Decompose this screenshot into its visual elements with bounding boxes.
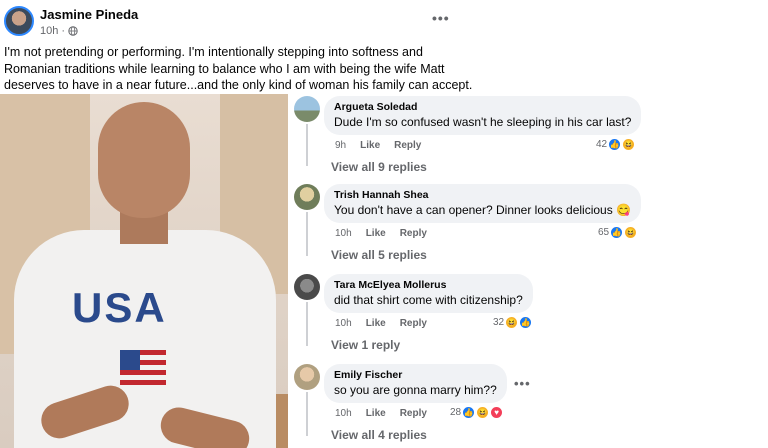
reaction-count: 32 — [493, 317, 505, 328]
photo-flag-canton — [120, 350, 140, 370]
commenter-name[interactable]: Argueta Soledad — [334, 101, 631, 113]
comment-actions: 10h Like Reply — [335, 408, 427, 419]
view-replies-link[interactable]: View all 9 replies — [331, 160, 427, 174]
view-replies-link[interactable]: View 1 reply — [331, 338, 400, 352]
view-replies-label: View 1 reply — [331, 338, 401, 352]
like-reaction-icon: 👍 — [462, 406, 476, 419]
author-name[interactable]: Jasmine Pineda — [40, 7, 138, 22]
like-reaction-icon: 👍 — [519, 316, 533, 329]
commenter-avatar[interactable] — [294, 274, 320, 300]
comment-text: Dude I'm so confused wasn't he sleeping … — [334, 115, 632, 129]
thread-line — [306, 124, 308, 166]
comments-section: Argueta Soledad Dude I'm so confused was… — [290, 94, 768, 448]
commenter-name[interactable]: Trish Hannah Shea — [334, 189, 631, 201]
commenter-avatar[interactable] — [294, 96, 320, 122]
commenter-name[interactable]: Emily Fischer — [334, 369, 497, 381]
reply-button[interactable]: Reply — [400, 408, 427, 419]
post-header: Jasmine Pineda 10h · ••• — [0, 0, 768, 44]
view-replies-link[interactable]: View all 5 replies — [331, 248, 427, 262]
haha-reaction-icon: 😆 — [505, 316, 519, 329]
reply-button[interactable]: Reply — [400, 318, 427, 329]
comment-time[interactable]: 9h — [335, 140, 346, 151]
haha-reaction-icon: 😆 — [624, 226, 638, 239]
comment-time[interactable]: 10h — [335, 318, 352, 329]
post-more-options-icon[interactable]: ••• — [432, 10, 450, 26]
reaction-count: 28 — [450, 407, 462, 418]
comment-bubble: Trish Hannah Shea You don't have a can o… — [324, 184, 641, 223]
thread-line — [306, 302, 308, 346]
commenter-avatar[interactable] — [294, 364, 320, 390]
comment-text: so you are gonna marry him?? — [334, 383, 497, 397]
photo-sweater-print: USA — [72, 284, 167, 331]
post-meta: 10h · — [40, 25, 78, 37]
love-reaction-icon: ♥ — [490, 406, 504, 419]
reaction-count: 65 — [598, 227, 610, 238]
post-text: I'm not pretending or performing. I'm in… — [4, 45, 473, 92]
reaction-summary[interactable]: 32 😆 👍 — [493, 316, 533, 329]
thread-line — [306, 392, 308, 436]
globe-icon — [68, 26, 78, 36]
reaction-summary[interactable]: 42 👍 😆 — [596, 138, 636, 151]
comment-bubble: Argueta Soledad Dude I'm so confused was… — [324, 96, 642, 135]
photo-head — [98, 102, 190, 218]
comment-bubble: Tara McElyea Mollerus did that shirt com… — [324, 274, 533, 313]
haha-reaction-icon: 😆 — [622, 138, 636, 151]
reply-button[interactable]: Reply — [400, 228, 427, 239]
post-photo[interactable]: USA — [0, 94, 288, 448]
post-time[interactable]: 10h — [40, 25, 58, 37]
commenter-avatar[interactable] — [294, 184, 320, 210]
author-avatar[interactable] — [4, 6, 34, 36]
comment-bubble: Emily Fischer so you are gonna marry him… — [324, 364, 507, 403]
comment-time[interactable]: 10h — [335, 228, 352, 239]
view-replies-label: View all 4 replies — [331, 428, 427, 442]
reaction-count: 42 — [596, 139, 608, 150]
like-reaction-icon: 👍 — [608, 138, 622, 151]
reaction-summary[interactable]: 65 👍 😆 — [598, 226, 638, 239]
reaction-summary[interactable]: 28 👍 😆 ♥ — [450, 406, 504, 419]
commenter-name[interactable]: Tara McElyea Mollerus — [334, 279, 523, 291]
like-button[interactable]: Like — [366, 228, 386, 239]
comment-text: did that shirt come with citizenship? — [334, 293, 523, 307]
like-reaction-icon: 👍 — [610, 226, 624, 239]
comment-actions: 10h Like Reply — [335, 228, 427, 239]
like-button[interactable]: Like — [366, 408, 386, 419]
reply-button[interactable]: Reply — [394, 140, 421, 151]
haha-reaction-icon: 😆 — [476, 406, 490, 419]
comment-time[interactable]: 10h — [335, 408, 352, 419]
comment-text: You don't have a can opener? Dinner look… — [334, 203, 631, 217]
comment-more-options-icon[interactable]: ••• — [514, 376, 531, 391]
view-replies-link[interactable]: View all 4 replies — [331, 428, 427, 442]
thread-line — [306, 212, 308, 256]
view-replies-label: View all 9 replies — [331, 160, 427, 174]
like-button[interactable]: Like — [360, 140, 380, 151]
like-button[interactable]: Like — [366, 318, 386, 329]
view-replies-label: View all 5 replies — [331, 248, 427, 262]
comment-actions: 9h Like Reply — [335, 140, 421, 151]
comment-actions: 10h Like Reply — [335, 318, 427, 329]
